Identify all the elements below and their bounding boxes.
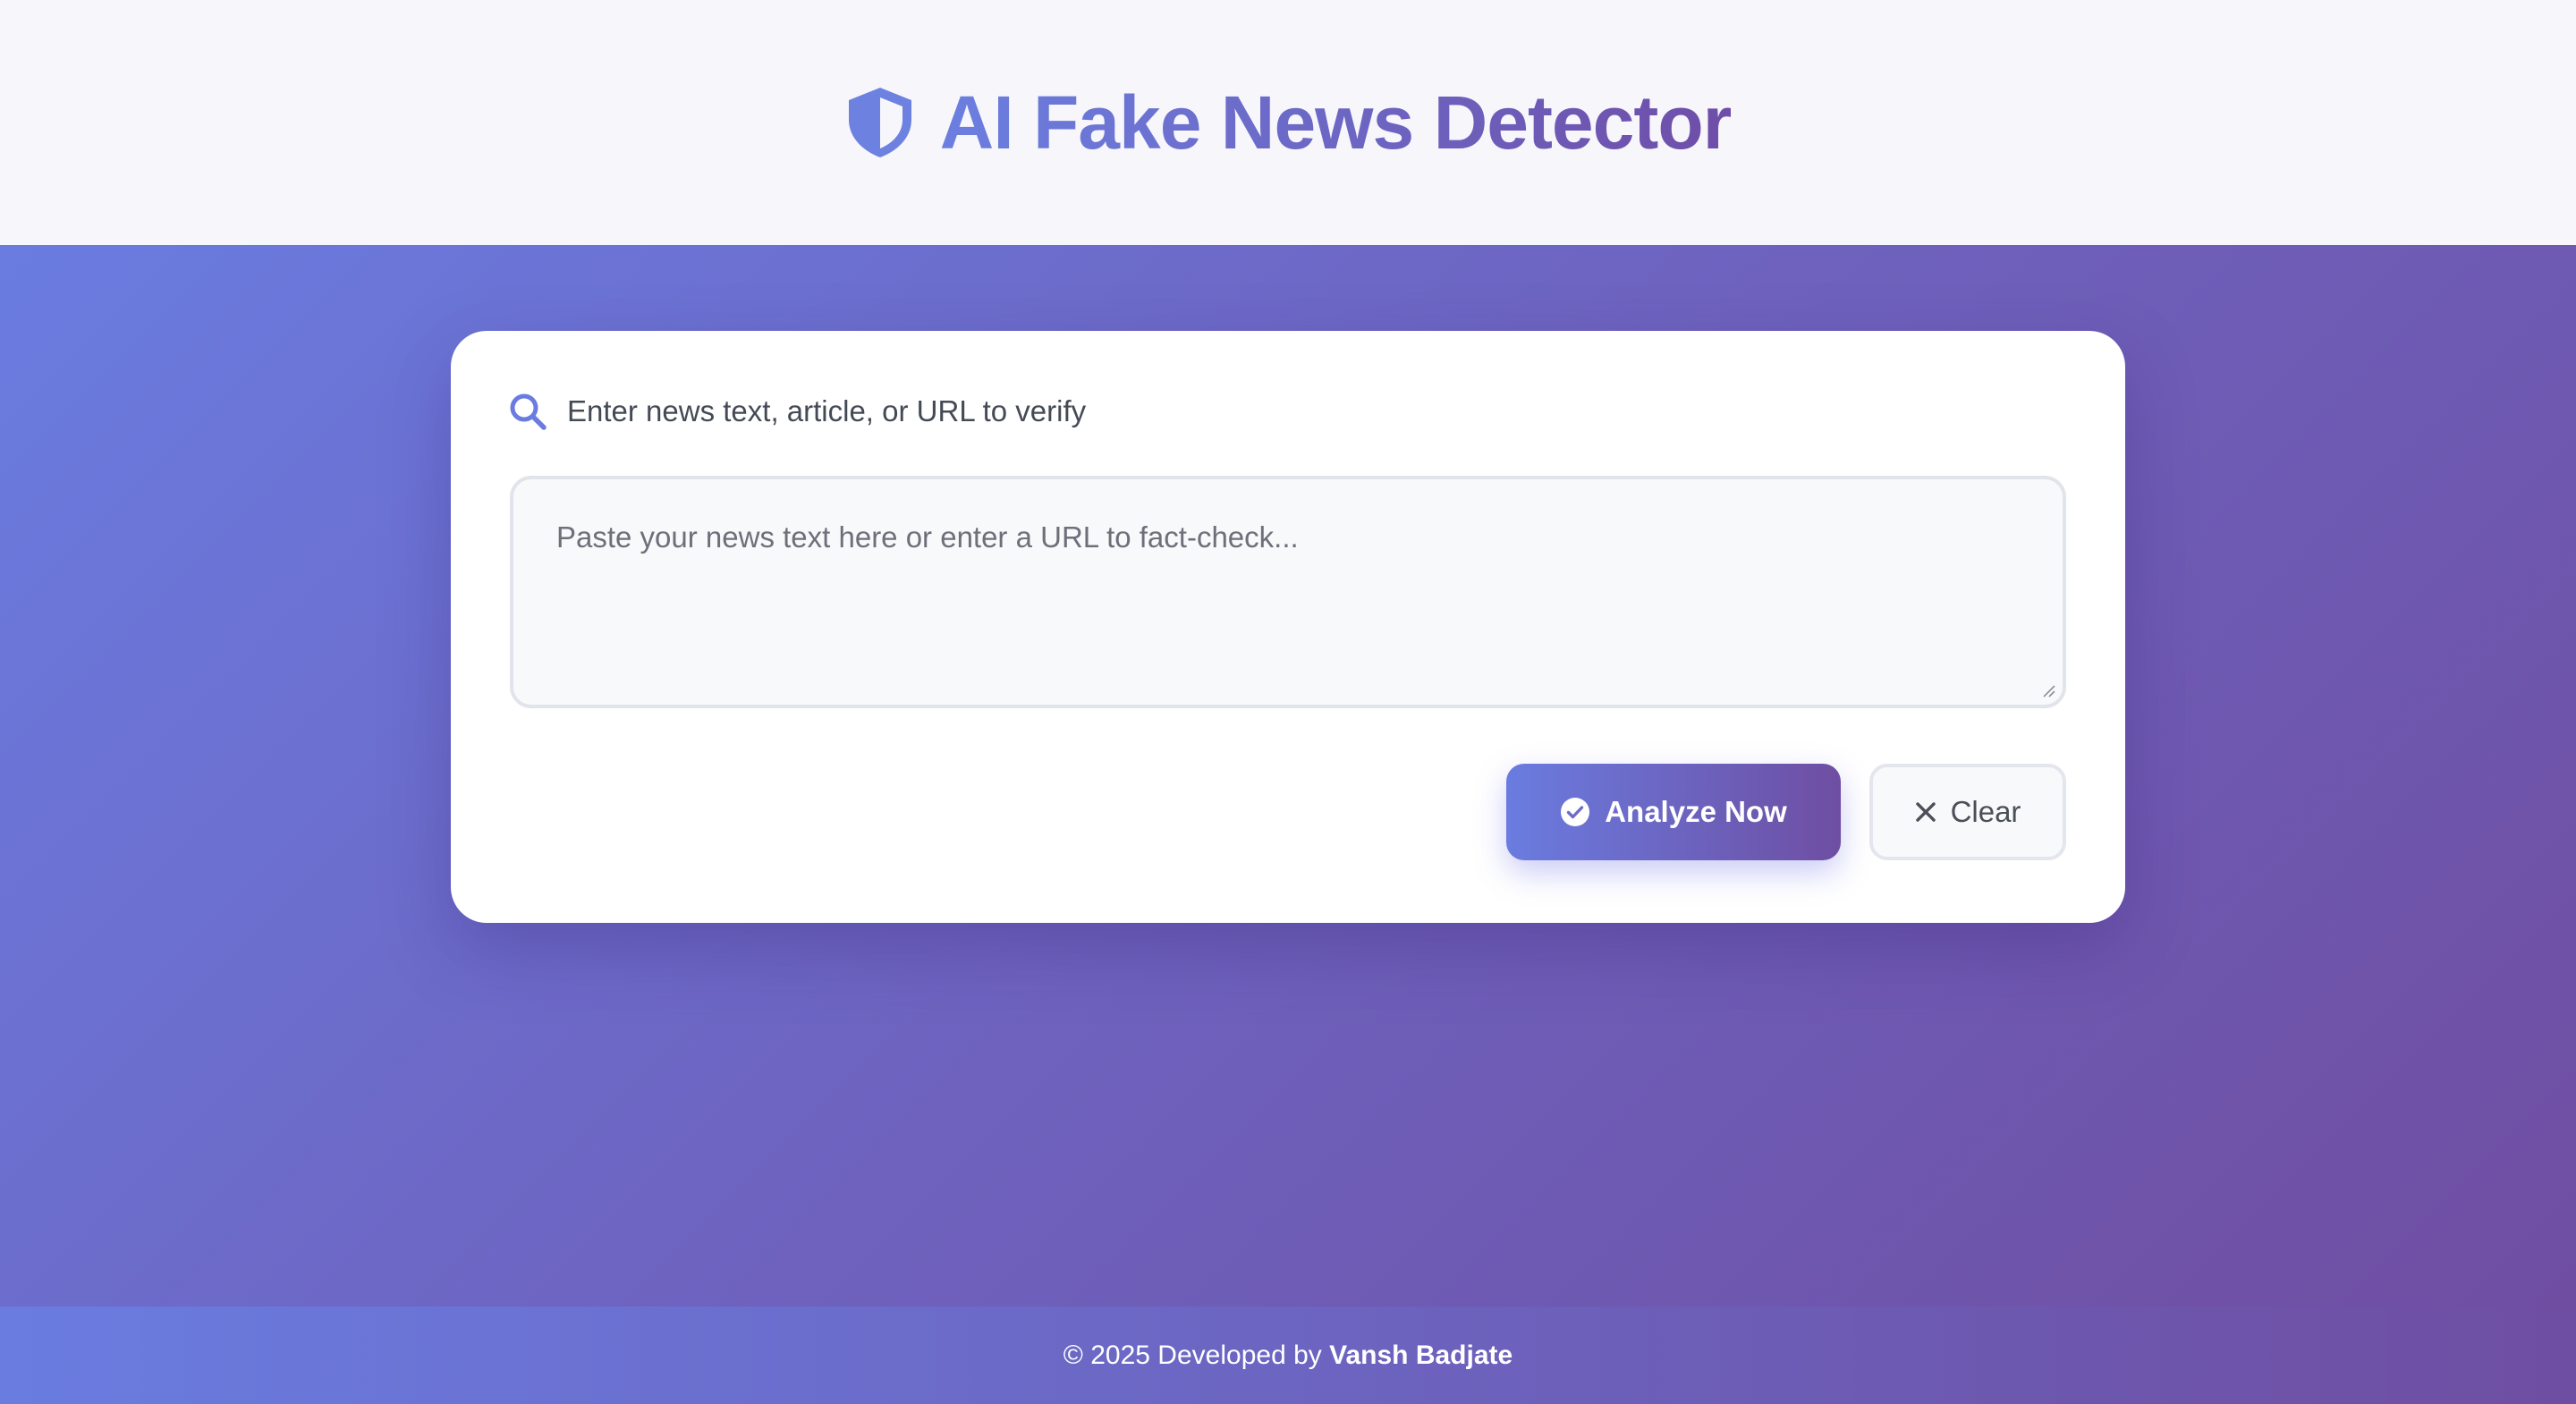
footer-text: © 2025 Developed by — [1063, 1340, 1322, 1370]
input-label: Enter news text, article, or URL to veri… — [508, 392, 1086, 431]
page-title: AI Fake News Detector — [939, 80, 1733, 165]
app-header: AI Fake News Detector — [0, 0, 2576, 245]
news-input-container — [510, 476, 2066, 708]
input-label-text: Enter news text, article, or URL to veri… — [567, 394, 1087, 427]
brand: AI Fake News Detector — [845, 80, 1732, 166]
footer: © 2025 Developed by Vansh Badjate — [0, 1307, 2576, 1404]
check-circle-icon — [1561, 798, 1590, 826]
analyze-button-label: Analyze Now — [1605, 795, 1787, 828]
shield-icon — [848, 88, 911, 157]
search-icon — [510, 393, 547, 430]
close-icon — [1915, 802, 1936, 822]
footer-author: Vansh Badjate — [1329, 1340, 1513, 1370]
input-card: Enter news text, article, or URL to veri… — [451, 331, 2125, 923]
clear-button[interactable]: Clear — [1869, 764, 2066, 860]
resize-handle-icon[interactable] — [2041, 683, 2055, 698]
clear-button-label: Clear — [1950, 795, 2021, 828]
news-input[interactable] — [513, 479, 2063, 705]
main-area: Enter news text, article, or URL to veri… — [0, 245, 2576, 1307]
analyze-button[interactable]: Analyze Now — [1506, 764, 1841, 860]
